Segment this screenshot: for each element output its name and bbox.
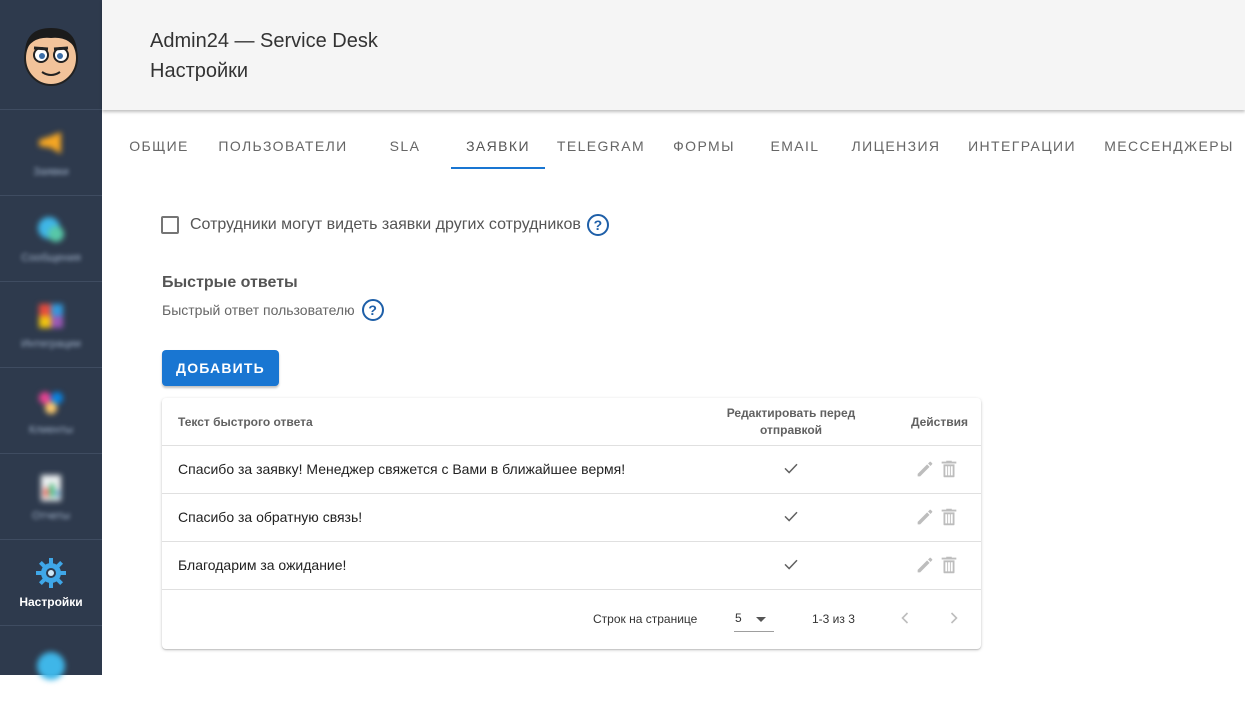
tab-integrations[interactable]: ИНТЕГРАЦИИ: [966, 126, 1078, 170]
tab-forms[interactable]: ФОРМЫ: [664, 126, 744, 170]
table-header: Текст быстрого ответа Редактировать пере…: [162, 398, 981, 446]
quick-reply-text: Спасибо за обратную связь!: [178, 509, 363, 525]
table-pagination: Строк на странице 5 1-3 из 3: [162, 592, 981, 649]
avatar-face-icon: [24, 27, 78, 86]
check-icon: [784, 511, 798, 522]
pencil-icon[interactable]: [914, 554, 936, 576]
puzzle-icon: [39, 303, 63, 328]
see-others-tickets-setting: Сотрудники могут видеть заявки других со…: [161, 214, 609, 236]
see-others-tickets-checkbox[interactable]: [161, 216, 179, 234]
quick-replies-title: Быстрые ответы: [162, 274, 298, 291]
sidebar-item-more[interactable]: [0, 626, 102, 712]
tab-general[interactable]: ОБЩИЕ: [120, 126, 198, 170]
megaphone-icon: [39, 131, 61, 154]
sidebar-item-label: Интеграции: [21, 337, 81, 350]
check-icon: [784, 463, 798, 474]
chevron-right-icon[interactable]: [942, 606, 966, 630]
table-row[interactable]: Благодарим за ожидание!: [162, 542, 981, 590]
rows-per-page-label: Строк на странице: [593, 612, 698, 626]
page-header: Admin24 — Service Desk Настройки: [102, 0, 1245, 110]
tab-tickets[interactable]: ЗАЯВКИ: [451, 126, 545, 170]
gear-icon: [36, 557, 66, 588]
sidebar-item-label: Клиенты: [28, 423, 74, 436]
help-icon[interactable]: ?: [586, 214, 609, 236]
sidebar-item-reports[interactable]: Отчеты: [0, 454, 102, 540]
page-title: Настройки: [150, 60, 249, 82]
table-row[interactable]: Спасибо за заявку! Менеджер свяжется с В…: [162, 446, 981, 494]
chat-bubble-icon: [38, 216, 64, 242]
tab-license[interactable]: ЛИЦЕНЗИЯ: [848, 126, 944, 170]
see-others-tickets-label: Сотрудники могут видеть заявки других со…: [190, 216, 581, 233]
column-header-actions: Действия: [910, 415, 968, 429]
sidebar-item-clients[interactable]: Клиенты: [0, 368, 102, 454]
chevron-left-icon[interactable]: [893, 606, 917, 630]
pencil-icon[interactable]: [914, 506, 936, 528]
people-icon: [39, 391, 63, 414]
add-quick-reply-button[interactable]: ДОБАВИТЬ: [162, 350, 279, 386]
column-header-edit-before-send[interactable]: Редактировать перед отправкой: [722, 405, 860, 439]
app-title: Admin24 — Service Desk: [150, 30, 378, 52]
sidebar-item-messages[interactable]: Сообщения: [0, 196, 102, 282]
trash-icon[interactable]: [938, 554, 960, 576]
settings-tabs: ОБЩИЕ ПОЛЬЗОВАТЕЛИ SLA ЗАЯВКИ TELEGRAM Ф…: [102, 126, 1245, 170]
tab-telegram[interactable]: TELEGRAM: [554, 126, 648, 170]
quick-replies-subtitle-row: Быстрый ответ пользователю ?: [162, 299, 384, 321]
sidebar-item-label: Настройки: [19, 594, 83, 609]
dropdown-arrow-icon: [756, 617, 766, 622]
sidebar-item-settings[interactable]: Настройки: [0, 540, 102, 626]
sidebar-item-label: Сообщения: [21, 251, 81, 264]
check-icon: [784, 559, 798, 570]
sidebar-item-integrations[interactable]: Интеграции: [0, 282, 102, 368]
tab-email[interactable]: EMAIL: [762, 126, 828, 170]
quick-replies-subtitle: Быстрый ответ пользователю: [162, 302, 355, 318]
sidebar-item-label: Заявки: [33, 165, 69, 178]
rows-per-page-value: 5: [735, 611, 742, 625]
quick-replies-table: Текст быстрого ответа Редактировать пере…: [162, 398, 981, 649]
rows-per-page-select[interactable]: 5: [734, 604, 774, 632]
table-row[interactable]: Спасибо за обратную связь!: [162, 494, 981, 542]
report-icon: [41, 474, 61, 501]
pagination-range: 1-3 из 3: [812, 612, 855, 626]
pencil-icon[interactable]: [914, 458, 936, 480]
globe-icon: [37, 652, 65, 680]
sidebar: Заявки Сообщения Интеграции Клиенты Отче…: [0, 0, 102, 680]
tab-messengers[interactable]: МЕССЕНДЖЕРЫ: [1098, 126, 1240, 170]
quick-reply-text: Спасибо за заявку! Менеджер свяжется с В…: [178, 461, 626, 477]
trash-icon[interactable]: [938, 506, 960, 528]
sidebar-item-label: Отчеты: [31, 509, 71, 522]
sidebar-item-tickets[interactable]: Заявки: [0, 110, 102, 196]
avatar-logo[interactable]: [0, 0, 102, 110]
quick-reply-text: Благодарим за ожидание!: [178, 557, 347, 573]
tab-sla[interactable]: SLA: [380, 126, 430, 170]
tab-users[interactable]: ПОЛЬЗОВАТЕЛИ: [214, 126, 352, 170]
trash-icon[interactable]: [938, 458, 960, 480]
help-icon[interactable]: ?: [361, 299, 384, 321]
active-tab-indicator: [451, 167, 545, 169]
column-header-text[interactable]: Текст быстрого ответа: [178, 415, 313, 429]
